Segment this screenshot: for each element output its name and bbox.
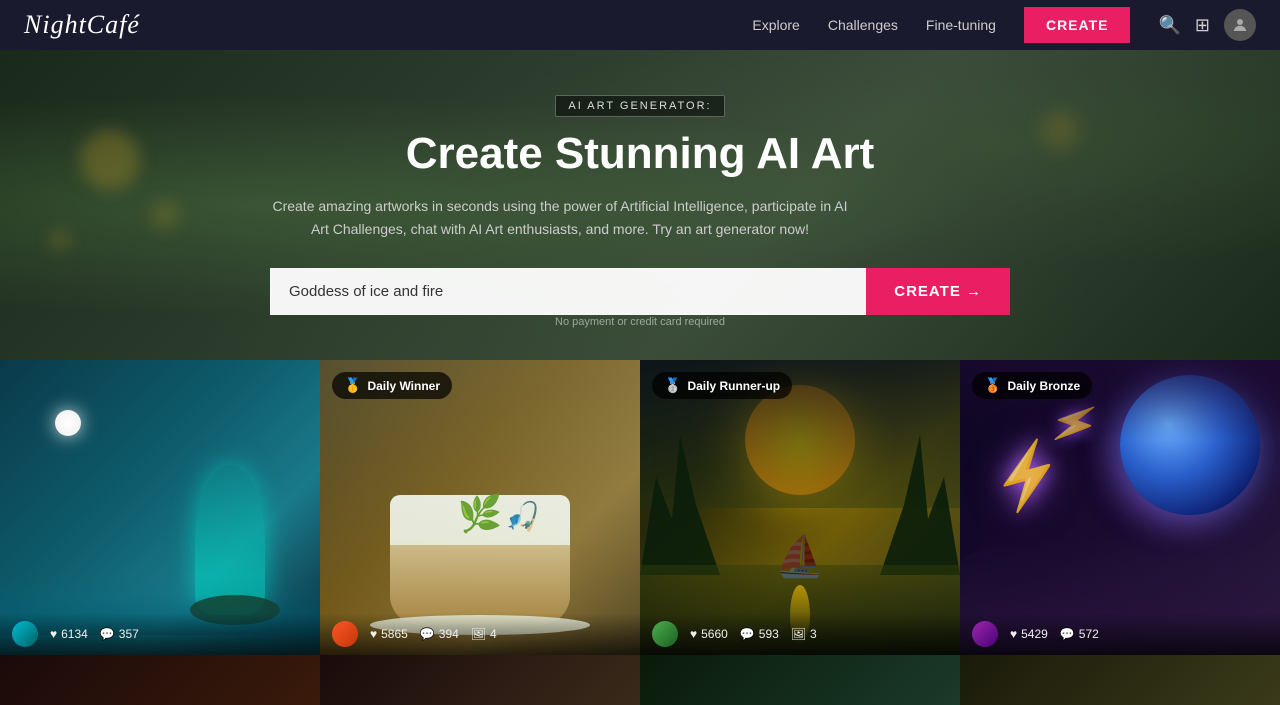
badge-runner-up: 🥈 Daily Runner-up bbox=[652, 372, 792, 399]
gallery-item-4[interactable]: ⚡ ⚡ 🥉 Daily Bronze ♥ 5429 💬 572 bbox=[960, 360, 1280, 655]
likes-stat-1: ♥ 6134 bbox=[50, 627, 88, 641]
nav-create-button[interactable]: CREATE bbox=[1024, 7, 1131, 43]
images-stat-2: 🖼 4 bbox=[471, 627, 497, 641]
hero-note: No payment or credit card required bbox=[555, 316, 725, 328]
gallery-item-5[interactable] bbox=[0, 655, 320, 705]
sailboat: ⛵ bbox=[775, 533, 825, 580]
images-stat-3: 🖼 3 bbox=[791, 627, 817, 641]
heart-icon-3: ♥ bbox=[690, 627, 697, 641]
nav-challenges[interactable]: Challenges bbox=[828, 17, 898, 33]
bokeh-3 bbox=[50, 230, 70, 250]
stat-avatar-3 bbox=[652, 621, 678, 647]
gallery-item-8[interactable] bbox=[960, 655, 1280, 705]
comment-icon-1: 💬 bbox=[100, 627, 115, 641]
gallery-row-1: ♥ 6134 💬 357 🎣 🌿 🥇 Daily Winner bbox=[0, 360, 1280, 655]
nav-finetuning[interactable]: Fine-tuning bbox=[926, 17, 996, 33]
gallery-item-6[interactable] bbox=[320, 655, 640, 705]
hero-title: Create Stunning AI Art bbox=[270, 129, 1010, 179]
hero-subtitle: Create amazing artworks in seconds using… bbox=[270, 195, 850, 240]
stat-avatar-1 bbox=[12, 621, 38, 647]
bokeh-4 bbox=[1040, 110, 1080, 150]
heart-icon-4: ♥ bbox=[1010, 627, 1017, 641]
likes-stat-3: ♥ 5660 bbox=[690, 627, 728, 641]
gallery-stats-4: ♥ 5429 💬 572 bbox=[960, 613, 1280, 655]
gallery-item-7[interactable] bbox=[640, 655, 960, 705]
comment-icon-3: 💬 bbox=[740, 627, 755, 641]
bokeh-2 bbox=[150, 200, 180, 230]
likes-stat-2: ♥ 5865 bbox=[370, 627, 408, 641]
gallery-stats-1: ♥ 6134 💬 357 bbox=[0, 613, 320, 655]
gallery-item-3[interactable]: ⛵ 🥈 Daily Runner-up ♥ 5660 💬 593 🖼 3 bbox=[640, 360, 960, 655]
grid-icon[interactable]: ⊞ bbox=[1195, 15, 1210, 36]
likes-stat-4: ♥ 5429 bbox=[1010, 627, 1048, 641]
nav-links: Explore Challenges Fine-tuning CREATE 🔍 … bbox=[752, 7, 1256, 43]
heart-icon-2: ♥ bbox=[370, 627, 377, 641]
comments-stat-2: 💬 394 bbox=[420, 627, 459, 641]
gallery-item-2[interactable]: 🎣 🌿 🥇 Daily Winner ♥ 5865 💬 394 🖼 4 bbox=[320, 360, 640, 655]
comment-icon-2: 💬 bbox=[420, 627, 435, 641]
gallery-stats-2: ♥ 5865 💬 394 🖼 4 bbox=[320, 613, 640, 655]
badge-daily-winner: 🥇 Daily Winner bbox=[332, 372, 452, 399]
badge-bronze: 🥉 Daily Bronze bbox=[972, 372, 1092, 399]
hero-create-button[interactable]: CREATE → bbox=[866, 268, 1010, 315]
prompt-input[interactable] bbox=[270, 268, 866, 315]
comments-stat-1: 💬 357 bbox=[100, 627, 139, 641]
hero-content: AI ART GENERATOR: Create Stunning AI Art… bbox=[270, 95, 1010, 315]
navbar: NightCafé Explore Challenges Fine-tuning… bbox=[0, 0, 1280, 50]
gallery-stats-3: ♥ 5660 💬 593 🖼 3 bbox=[640, 613, 960, 655]
hero-form: CREATE → bbox=[270, 268, 1010, 315]
gallery-item-1[interactable]: ♥ 6134 💬 357 bbox=[0, 360, 320, 655]
comment-icon-4: 💬 bbox=[1060, 627, 1075, 641]
silver-medal-icon: 🥈 bbox=[664, 377, 681, 394]
trophy-icon: 🥇 bbox=[344, 377, 361, 394]
gallery-row-2 bbox=[0, 655, 1280, 705]
stat-avatar-2 bbox=[332, 621, 358, 647]
image-icon-3: 🖼 bbox=[791, 627, 806, 641]
user-avatar[interactable] bbox=[1224, 9, 1256, 41]
window-bg bbox=[320, 360, 640, 655]
nav-explore[interactable]: Explore bbox=[752, 17, 799, 33]
heart-icon-1: ♥ bbox=[50, 627, 57, 641]
image-icon-2: 🖼 bbox=[471, 627, 486, 641]
comments-stat-3: 💬 593 bbox=[740, 627, 779, 641]
moon-decoration bbox=[55, 410, 81, 436]
comments-stat-4: 💬 572 bbox=[1060, 627, 1099, 641]
logo[interactable]: NightCafé bbox=[24, 10, 140, 40]
hero-badge: AI ART GENERATOR: bbox=[555, 95, 724, 117]
search-icon[interactable]: 🔍 bbox=[1158, 15, 1180, 36]
nav-icon-group: 🔍 ⊞ bbox=[1158, 9, 1256, 41]
bronze-medal-icon: 🥉 bbox=[984, 377, 1001, 394]
hero-section: AI ART GENERATOR: Create Stunning AI Art… bbox=[0, 50, 1280, 360]
stat-avatar-4 bbox=[972, 621, 998, 647]
bokeh-1 bbox=[80, 130, 140, 190]
